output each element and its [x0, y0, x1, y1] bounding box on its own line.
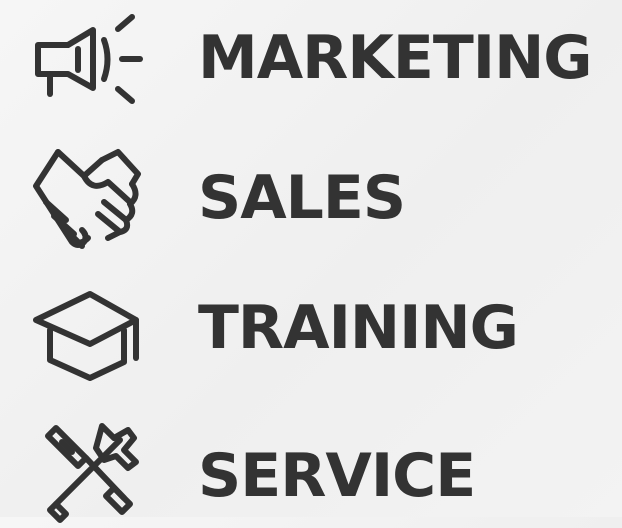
list-item-marketing: MARKETING	[0, 0, 622, 120]
list-item-sales: SALES	[0, 138, 622, 258]
handshake-icon	[28, 138, 148, 258]
marketing-label: MARKETING	[198, 23, 593, 93]
sales-label: SALES	[198, 163, 406, 233]
list-item-service: SERVICE	[0, 408, 622, 528]
tools-icon	[28, 408, 148, 528]
service-label: SERVICE	[198, 441, 476, 511]
training-label: TRAINING	[198, 293, 519, 363]
list-item-training: TRAINING	[0, 270, 622, 390]
graduation-cap-icon	[28, 270, 148, 390]
category-list: MARKETING SALES TRAINING SERVICE	[0, 0, 622, 523]
megaphone-icon	[28, 0, 148, 120]
